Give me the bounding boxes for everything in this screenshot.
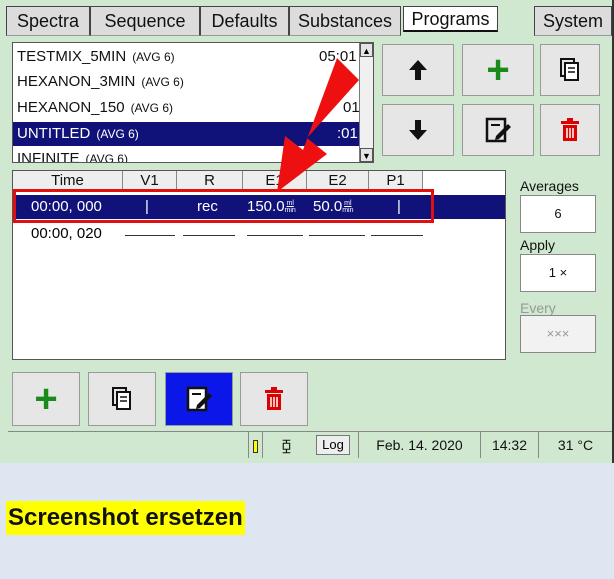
program-avg: (AVG 6) bbox=[130, 101, 174, 115]
program-avg: (AVG 6) bbox=[85, 152, 128, 163]
program-name: TESTMIX_5MIN bbox=[17, 48, 127, 65]
program-avg: (AVG 6) bbox=[96, 127, 139, 141]
copy-program-button[interactable] bbox=[540, 44, 600, 96]
move-down-button[interactable] bbox=[382, 104, 454, 156]
tab-substances[interactable]: Substances bbox=[289, 6, 401, 36]
program-avg: (AVG 6) bbox=[141, 75, 184, 89]
copy-step-button[interactable] bbox=[88, 372, 156, 426]
copy-icon bbox=[112, 387, 131, 410]
status-indicator bbox=[248, 432, 262, 458]
scroll-up-icon[interactable]: ▲ bbox=[360, 43, 373, 57]
tab-defaults[interactable]: Defaults bbox=[200, 6, 289, 36]
delete-program-button[interactable] bbox=[540, 104, 600, 156]
edit-icon bbox=[186, 386, 212, 412]
apply-field[interactable]: 1 × bbox=[520, 254, 596, 292]
tab-sequence[interactable]: Sequence bbox=[90, 6, 200, 36]
tab-bar: Spectra Sequence Defaults Substances Pro… bbox=[6, 6, 612, 36]
empty-cell-line bbox=[309, 235, 365, 236]
move-up-button[interactable] bbox=[382, 44, 454, 96]
trash-icon bbox=[561, 118, 579, 141]
battery-indicator-icon bbox=[253, 439, 258, 453]
status-date: Feb. 14. 2020 bbox=[358, 432, 480, 458]
column-header-v1: V1 bbox=[123, 171, 177, 191]
trash-icon bbox=[265, 387, 283, 410]
status-bar: ⧮ Log Feb. 14. 2020 14:32 31 °C bbox=[8, 431, 612, 458]
tab-system[interactable]: System bbox=[534, 6, 612, 36]
add-program-button[interactable]: + bbox=[462, 44, 534, 96]
copy-icon bbox=[560, 58, 579, 81]
program-name: HEXANON_150 bbox=[17, 99, 125, 116]
empty-cell-line bbox=[371, 235, 423, 236]
every-label: Every bbox=[520, 300, 556, 316]
plus-icon: + bbox=[34, 377, 58, 421]
delete-step-button[interactable] bbox=[240, 372, 308, 426]
add-step-button[interactable]: + bbox=[12, 372, 80, 426]
edit-program-button[interactable] bbox=[462, 104, 534, 156]
status-temperature: 31 °C bbox=[538, 432, 612, 458]
arrow-down-icon bbox=[409, 120, 427, 140]
highlight-box bbox=[13, 189, 434, 223]
plus-icon: + bbox=[486, 48, 510, 92]
red-arrow-icon bbox=[277, 58, 359, 192]
program-avg: (AVG 6) bbox=[132, 50, 175, 64]
log-button[interactable]: Log bbox=[316, 435, 350, 455]
edit-step-button[interactable] bbox=[165, 372, 233, 426]
table-row[interactable]: 00:00, 020 bbox=[13, 222, 505, 246]
column-header-time: Time bbox=[13, 171, 123, 191]
cell-time: 00:00, 020 bbox=[31, 225, 102, 242]
empty-cell-line bbox=[183, 235, 235, 236]
averages-field[interactable]: 6 bbox=[520, 195, 596, 233]
plug-icon: ⧮ bbox=[262, 432, 310, 458]
every-field: ××× bbox=[520, 315, 596, 353]
edit-icon bbox=[485, 117, 511, 143]
tab-spectra[interactable]: Spectra bbox=[6, 6, 90, 36]
averages-label: Averages bbox=[520, 178, 579, 194]
status-time: 14:32 bbox=[480, 432, 538, 458]
program-name: HEXANON_3MIN bbox=[17, 73, 136, 90]
empty-cell-line bbox=[125, 235, 175, 236]
arrow-up-icon bbox=[409, 60, 427, 80]
column-header-r: R bbox=[177, 171, 243, 191]
column-header-p1: P1 bbox=[369, 171, 423, 191]
program-name: UNTITLED bbox=[17, 125, 91, 142]
apply-label: Apply bbox=[520, 237, 556, 253]
tab-programs[interactable]: Programs bbox=[403, 6, 498, 32]
program-name: INFINITE bbox=[17, 150, 80, 163]
empty-cell-line bbox=[247, 235, 303, 236]
note-label: Screenshot ersetzen bbox=[6, 501, 245, 535]
plug-glyph: ⧮ bbox=[282, 437, 291, 453]
